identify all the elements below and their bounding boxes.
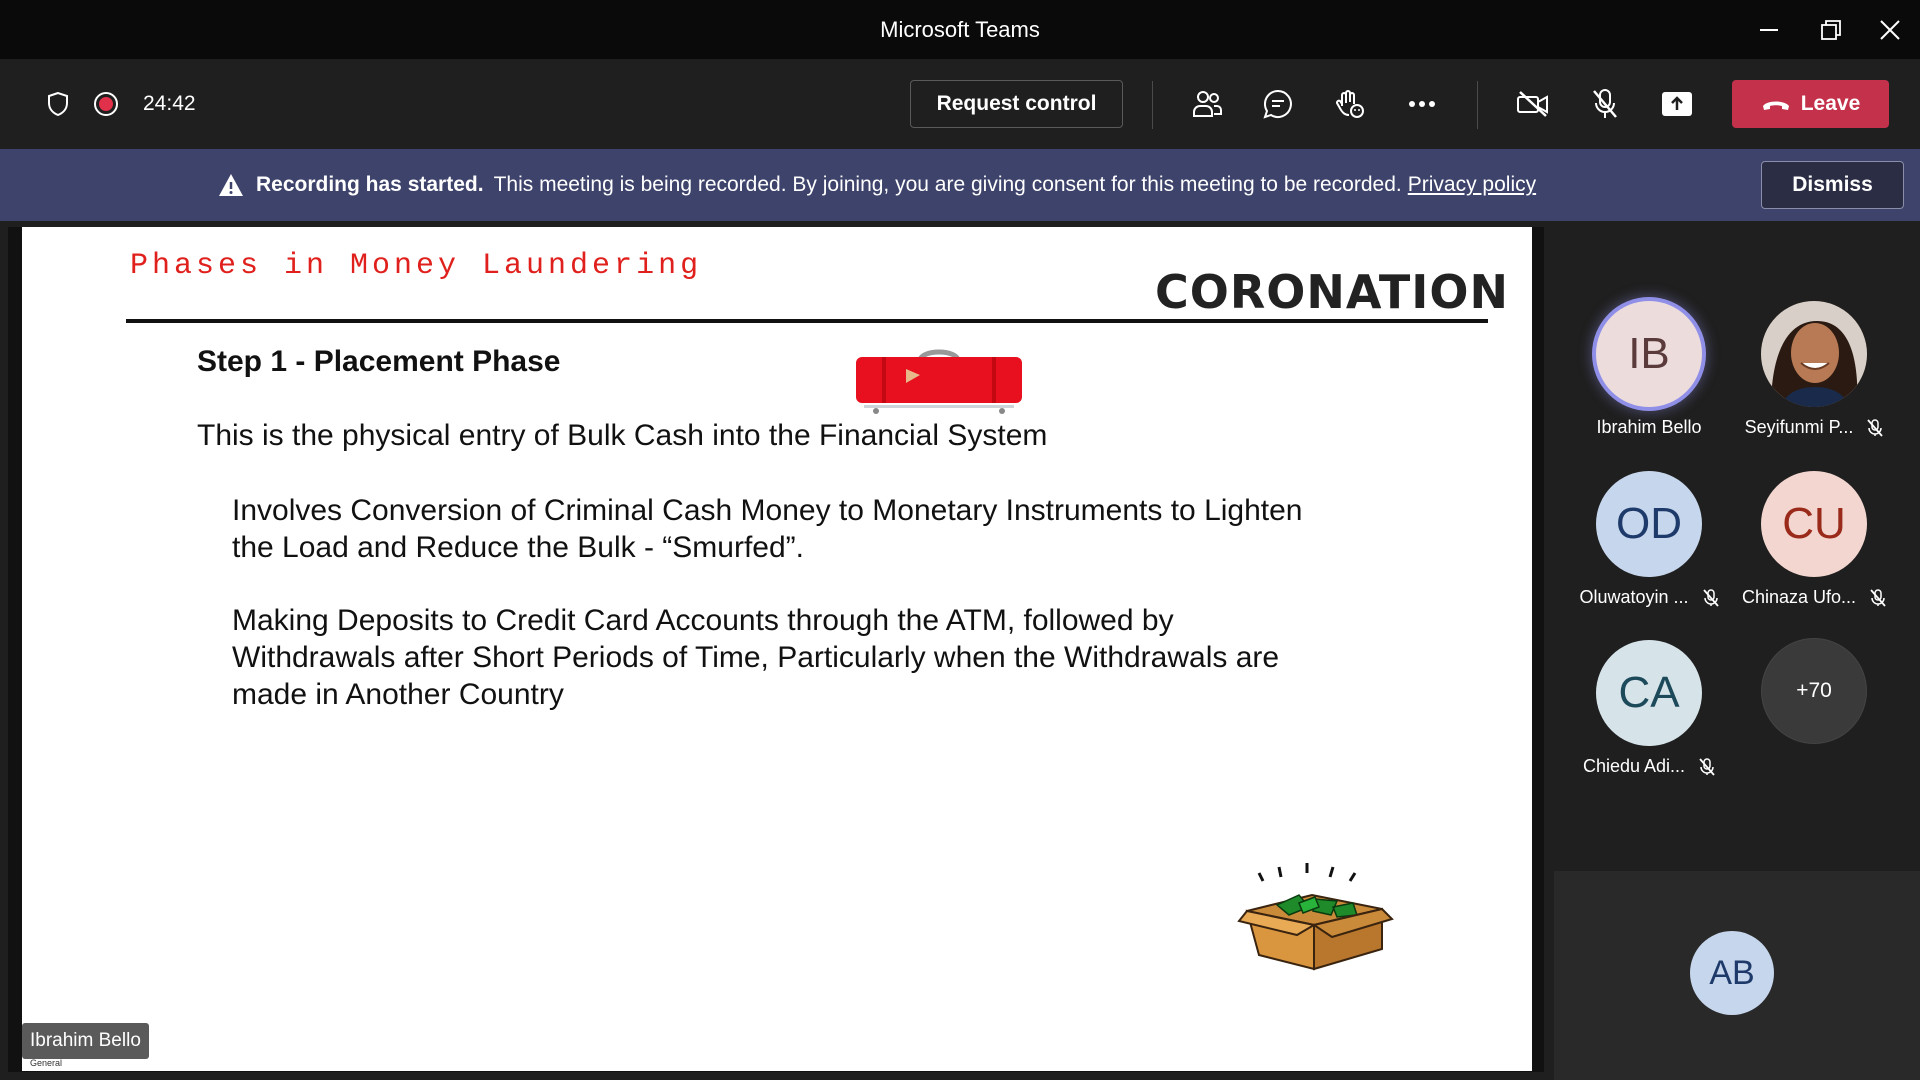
chat-button[interactable] [1257,83,1299,125]
banner-message: Recording has started. This meeting is b… [218,149,1536,221]
suitcase-illustration [856,349,1022,414]
mic-off-icon [1702,588,1719,607]
presentation-slide: Phases in Money Laundering CORONATION St… [22,227,1532,1071]
leave-button[interactable]: Leave [1732,80,1889,128]
participant-tile[interactable]: Seyifunmi P... [1729,301,1899,461]
participant-name-label: Seyifunmi P... [1744,417,1854,437]
share-button[interactable] [1656,83,1698,125]
participant-name-label: Chiedu Adi... [1582,756,1686,776]
banner-bold-text: Recording has started. [256,173,484,196]
slide-divider [126,319,1488,323]
record-icon [94,92,118,116]
mic-off-icon [1699,757,1715,776]
participant-tile[interactable]: IB Ibrahim Bello [1564,301,1734,461]
close-button[interactable] [1854,0,1920,59]
chat-icon [1263,89,1292,119]
dismiss-button[interactable]: Dismiss [1761,161,1904,209]
banner-text: This meeting is being recorded. By joini… [493,173,1402,196]
title-bar: Microsoft Teams [0,0,1920,59]
mic-off-icon [1870,588,1886,607]
window-title: Microsoft Teams [880,17,1040,42]
avatar: CU [1761,471,1867,577]
meeting-toolbar: 24:42 Request control Leave [0,59,1920,149]
recording-banner: Recording has started. This meeting is b… [0,149,1920,221]
close-icon [1880,19,1900,40]
profile-photo [1761,301,1867,407]
participant-name-label: Ibrahim Bello [1596,417,1702,437]
warning-icon [219,174,243,196]
participant-name: Oluwatoyin ... [1564,587,1734,608]
slide-bullet: Making Deposits to Credit Card Accounts … [232,604,1280,711]
avatar: CA [1596,640,1702,746]
participant-name-label: Chinaza Ufo... [1741,587,1857,607]
avatar: IB [1596,301,1702,407]
people-icon [1193,91,1222,117]
participant-name: Chinaza Ufo... [1729,587,1899,608]
slide-heading: Phases in Money Laundering [130,249,703,283]
cash-box-illustration [1237,863,1394,971]
toolbar-divider [1152,81,1153,129]
mic-button[interactable] [1584,83,1626,125]
reactions-button[interactable] [1329,83,1371,125]
raise-hand-icon [1336,90,1364,118]
slide-brand-logo: CORONATION [1154,265,1509,319]
slide-intro: This is the physical entry of Bulk Cash … [197,419,1048,452]
mic-off-icon [1867,418,1884,437]
avatar: OD [1596,471,1702,577]
slide-bullet: Involves Conversion of Criminal Cash Mon… [232,494,1303,564]
share-screen-icon [1662,92,1692,116]
participant-tile[interactable]: CA Chiedu Adi... [1564,640,1734,800]
privacy-policy-link[interactable]: Privacy policy [1408,173,1536,197]
participant-name: Ibrahim Bello [1564,417,1734,438]
shield-icon [48,91,68,117]
participant-name: Chiedu Adi... [1564,756,1734,777]
hang-up-icon [1762,101,1789,110]
participant-tile[interactable]: OD Oluwatoyin ... [1564,471,1734,631]
camera-off-icon [1517,91,1548,117]
more-icon [1409,101,1435,107]
toolbar-divider [1477,81,1478,129]
mic-off-icon [1593,89,1617,118]
meeting-timer: 24:42 [143,92,196,115]
restore-icon [1821,19,1841,40]
self-view: AB [1554,871,1920,1080]
people-button[interactable] [1186,83,1228,125]
participant-name: Seyifunmi P... [1729,417,1899,438]
more-participants-count[interactable]: +70 [1761,638,1867,744]
request-control-button[interactable]: Request control [910,80,1123,128]
shield-button[interactable] [40,86,76,122]
participant-tile[interactable]: CU Chinaza Ufo... [1729,471,1899,631]
overflow-participants-tile[interactable]: +70 [1729,638,1899,798]
minimize-icon [1760,28,1778,31]
leave-label: Leave [1800,92,1861,115]
presenter-name-tag: Ibrahim Bello [22,1023,149,1059]
slide-step-title: Step 1 - Placement Phase [197,345,561,378]
sensitivity-label: General [30,1058,63,1068]
self-avatar: AB [1690,931,1774,1015]
more-options-button[interactable] [1401,83,1443,125]
camera-button[interactable] [1512,83,1554,125]
participant-name-label: Oluwatoyin ... [1579,587,1689,607]
avatar-photo [1761,301,1867,407]
recording-indicator [88,86,124,122]
